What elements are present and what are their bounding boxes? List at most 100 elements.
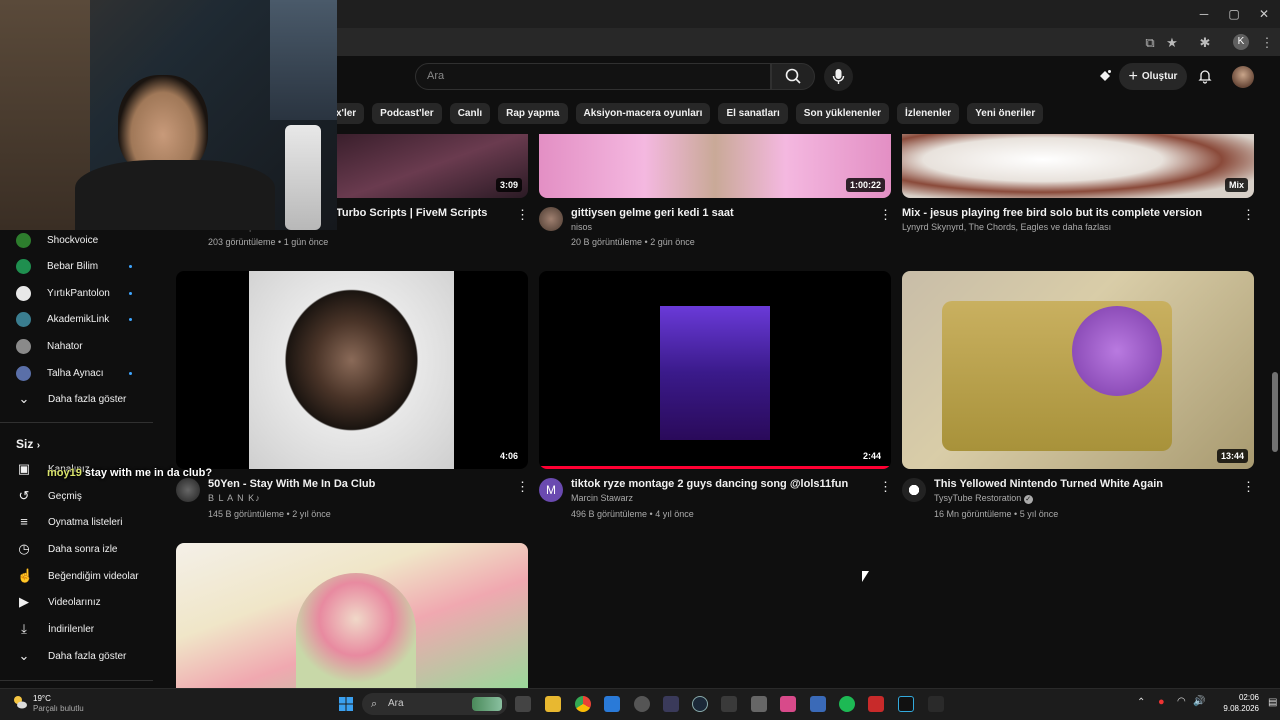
sidebar-item-history[interactable]: ↺ Geçmiş [17,486,82,506]
sidebar-item-talha-aynaci[interactable]: Talha Aynacı [16,363,104,383]
start-button[interactable] [338,696,354,712]
show-more-subscriptions[interactable]: ⌄ Daha fazla göster [17,389,127,409]
verified-icon: ✓ [1023,495,1033,504]
outlook-icon[interactable] [604,696,620,712]
more-options-icon[interactable]: ⋮ [879,207,892,223]
bookmark-star-icon[interactable]: ★ [1163,34,1181,52]
watch-progress-bar [539,466,891,469]
video-thumbnail[interactable]: 1:00:22 [539,134,891,198]
app-icon[interactable] [898,696,914,712]
video-thumbnail[interactable]: 13:44 [902,271,1254,469]
create-button[interactable]: + Oluştur [1119,63,1187,90]
minimize-window-button[interactable]: ─ [1196,6,1212,22]
weather-icon[interactable] [12,694,28,710]
app-icon[interactable] [663,696,679,712]
video-thumbnail[interactable]: 2:44 [539,271,891,469]
sidebar-item-bebar-bilim[interactable]: Bebar Bilim [16,256,98,276]
task-view-icon[interactable] [515,696,531,712]
cast-create-icon[interactable] [1097,68,1113,84]
chip[interactable]: Aksiyon-macera oyunları [575,103,711,124]
video-title[interactable]: Turbo Scripts | FiveM Scripts [336,207,487,219]
more-options-icon[interactable]: ⋮ [1242,479,1255,495]
app-icon[interactable] [928,696,944,712]
app-icon[interactable] [868,696,884,712]
sidebar-item-shockvoice[interactable]: Shockvoice [16,230,98,250]
calculator-icon[interactable] [721,696,737,712]
notification-center-icon[interactable]: ▤ [1268,697,1277,708]
app-icon[interactable] [751,696,767,712]
chip[interactable]: Canlı [449,103,491,124]
wifi-icon[interactable]: ◠ [1177,696,1186,707]
channel-name[interactable]: TysyTube Restoration ✓ [934,493,1033,504]
notifications-button[interactable] [1197,68,1213,84]
close-window-button[interactable]: ✕ [1256,6,1272,22]
chip[interactable]: Rap yapma [498,103,568,124]
chip[interactable]: Podcast'ler [372,103,442,124]
more-options-icon[interactable]: ⋮ [879,479,892,495]
video-title[interactable]: gittiysen gelme geri kedi 1 saat [571,207,734,219]
thumbnail-image [296,573,416,688]
chip[interactable]: El sanatları [718,103,788,124]
video-title[interactable]: Mix - jesus playing free bird solo but i… [902,207,1202,219]
file-explorer-icon[interactable] [545,696,561,712]
maximize-window-button[interactable]: ▢ [1226,6,1242,22]
spotify-icon[interactable] [839,696,855,712]
channel-name[interactable]: Lynyrd Skynyrd, The Chords, Eagles ve da… [902,222,1111,232]
you-section-header[interactable]: Siz › [16,437,40,451]
sidebar-item-playlists[interactable]: ≡ Oynatma listeleri [17,512,122,532]
search-input[interactable]: Ara [415,63,771,90]
channel-name-text: TysyTube Restoration [934,493,1022,503]
more-options-icon[interactable]: ⋮ [1242,207,1255,223]
chip[interactable]: x'ler [336,103,365,124]
channel-avatar[interactable]: M [539,478,563,502]
show-hidden-icons[interactable]: ⌃ [1137,697,1145,708]
video-thumbnail[interactable]: Mix [902,134,1254,198]
account-avatar[interactable] [1232,66,1254,88]
video-title[interactable]: This Yellowed Nintendo Turned White Agai… [934,478,1163,490]
clock-date[interactable]: 9.08.2026 [1212,704,1259,713]
app-icon[interactable] [810,696,826,712]
sidebar-item-downloads[interactable]: ⤓ İndirilenler [17,619,94,639]
chip[interactable]: Yeni öneriler [967,103,1044,124]
chip[interactable]: Son yüklenenler [795,103,890,124]
volume-icon[interactable]: 🔊 [1193,696,1205,707]
chip[interactable]: İzlenenler [897,103,960,124]
video-thumbnail[interactable]: 3:09 [337,134,528,198]
clock-time[interactable]: 02:06 [1219,693,1259,702]
video-thumbnail[interactable]: 4:06 [176,271,528,469]
browser-menu-icon[interactable]: ⋮ [1258,34,1276,52]
extensions-icon[interactable]: ✱ [1196,34,1214,52]
channel-avatar[interactable] [176,478,200,502]
github-icon[interactable] [634,696,650,712]
channel-name[interactable]: Marcin Stawarz [571,493,633,503]
channel-avatar[interactable] [902,478,926,502]
sidebar-item-yirtikpantolon[interactable]: YırtıkPantolon [16,283,110,303]
channel-avatar[interactable] [539,207,563,231]
sidebar-item-watch-later[interactable]: ◷ Daha sonra izle [17,539,117,559]
more-options-icon[interactable]: ⋮ [516,479,529,495]
taskbar-search[interactable]: ⌕ Ara [362,693,507,715]
thumbnail-detail [1072,306,1162,396]
voice-search-button[interactable] [824,62,853,91]
sidebar-item-nahator[interactable]: Nahator [16,336,83,356]
sidebar-item-your-videos[interactable]: ▶ Videolarınız [17,592,101,612]
show-more-you[interactable]: ⌄ Daha fazla göster [17,646,127,666]
app-icon[interactable] [780,696,796,712]
search-button[interactable] [771,63,815,90]
sidebar-item-label: Daha fazla göster [48,393,127,405]
chrome-icon[interactable] [575,696,591,712]
microphone-icon[interactable]: ● [1158,696,1165,708]
channel-name[interactable]: B L A N K♪ [208,493,261,503]
browser-profile-avatar[interactable]: K [1233,34,1249,50]
video-thumbnail[interactable] [176,543,528,688]
cast-icon[interactable]: ⧉ [1141,34,1159,52]
video-title[interactable]: tiktok ryze montage 2 guys dancing song … [571,478,848,490]
more-options-icon[interactable]: ⋮ [516,207,529,223]
scrollbar-thumb[interactable] [1272,372,1278,452]
sidebar-item-liked-videos[interactable]: ☝ Beğendiğim videolar [17,566,139,586]
sidebar-divider [0,422,153,423]
video-title[interactable]: 50Yen - Stay With Me In Da Club [208,478,375,490]
steam-icon[interactable] [692,696,708,712]
sidebar-item-akademiklink[interactable]: AkademikLink [16,309,109,329]
channel-name[interactable]: nisos [571,222,592,232]
